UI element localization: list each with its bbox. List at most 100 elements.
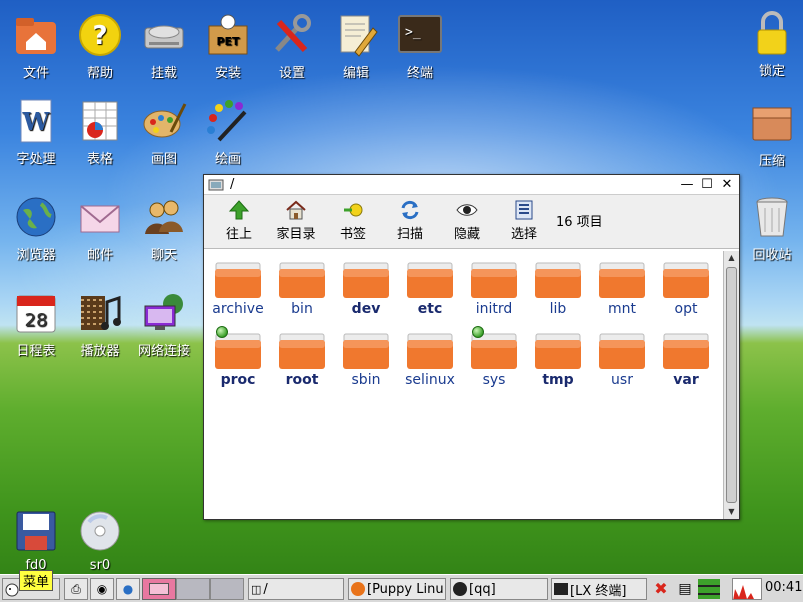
up-button[interactable]: 往上 — [214, 199, 264, 242]
desktop-icon-network[interactable]: 网络连接 — [132, 290, 196, 359]
desktop-icon-trash[interactable]: 回收站 — [740, 194, 803, 263]
document-edit-icon — [340, 15, 378, 57]
desktop-icon-mount[interactable]: 挂载 — [132, 12, 196, 81]
menu-button[interactable]: 菜单 — [19, 570, 54, 591]
network-connect-icon — [144, 294, 183, 330]
desktop-icon-compress[interactable]: 压缩 — [740, 100, 803, 169]
folder-icon — [599, 333, 645, 369]
folder-icon — [343, 262, 389, 298]
desktop-icon-paint[interactable]: 画图 — [132, 98, 196, 167]
mounted-indicator-icon — [472, 326, 484, 338]
scroll-up-arrow[interactable]: ▲ — [724, 251, 739, 265]
folder-item-archive[interactable]: archive — [206, 261, 270, 317]
folder-item-var[interactable]: var — [654, 332, 718, 388]
battery-stack-icon[interactable] — [698, 579, 720, 599]
folder-item-root[interactable]: root — [270, 332, 334, 388]
desktop-icon-settings[interactable]: 设置 — [260, 12, 324, 81]
home-button[interactable]: 家目录 — [271, 199, 321, 242]
chat-people-icon — [145, 200, 183, 234]
desktop-icon-wordprocessor[interactable]: W 字处理 — [4, 98, 68, 167]
svg-text:>_: >_ — [405, 25, 421, 40]
hard-drive-icon — [144, 25, 184, 49]
folder-item-proc[interactable]: proc — [206, 332, 270, 388]
folder-item-opt[interactable]: opt — [654, 261, 718, 317]
vertical-scrollbar[interactable]: ▲ ▼ — [723, 251, 739, 519]
menu-area[interactable]: 菜单 — [2, 570, 60, 600]
window-titlebar[interactable]: / — ☐ ✕ — [204, 175, 739, 195]
scrollbar-thumb[interactable] — [726, 267, 737, 503]
scroll-down-arrow[interactable]: ▼ — [724, 505, 739, 519]
folder-icon — [663, 333, 709, 369]
desktop-icon-mail[interactable]: 邮件 — [68, 194, 132, 263]
workspace-2[interactable] — [176, 578, 210, 600]
spreadsheet-icon — [82, 101, 118, 141]
folder-item-selinux[interactable]: selinux — [398, 332, 462, 388]
clipboard-icon[interactable]: ▤ — [674, 579, 696, 599]
folder-icon — [279, 262, 325, 298]
folder-window-icon — [208, 179, 224, 190]
item-count: 16 项目 — [556, 215, 603, 230]
globe-icon — [16, 197, 56, 237]
desktop-icon-files[interactable]: 文件 — [4, 12, 68, 81]
task-qq[interactable]: [qq] — [450, 578, 548, 600]
home-folder-icon — [16, 18, 56, 54]
folder-item-lib[interactable]: lib — [526, 261, 590, 317]
close-button[interactable]: ✕ — [719, 177, 735, 193]
select-button[interactable]: 选择 — [499, 199, 549, 242]
window-toolbar: 往上 家目录 书签 扫描 隐藏 选择 16 项目 — [204, 195, 739, 249]
file-list: archive bin dev etc initrd lib mnt opt proc root s… — [204, 251, 723, 519]
desktop-icon-floppy[interactable]: fd0 — [4, 508, 68, 573]
folder-item-dev[interactable]: dev — [334, 261, 398, 317]
desktop-icon-lock[interactable]: 锁定 — [740, 10, 803, 79]
desktop-icon-player[interactable]: 播放器 — [68, 290, 132, 359]
bookmarks-button[interactable]: 书签 — [328, 199, 378, 242]
folder-icon — [407, 333, 453, 369]
minimize-button[interactable]: — — [679, 177, 695, 193]
cd-disc-icon — [80, 511, 120, 551]
task-file-manager[interactable]: ◫ / — [248, 578, 344, 600]
desktop-icon-edit[interactable]: 编辑 — [324, 12, 388, 81]
folder-item-usr[interactable]: usr — [590, 332, 654, 388]
desktop-icon-draw[interactable]: 绘画 — [196, 98, 260, 167]
desktop-icon-terminal[interactable]: >_ 终端 — [388, 12, 452, 81]
archive-box-icon — [752, 107, 792, 141]
folder-item-mnt[interactable]: mnt — [590, 261, 654, 317]
folder-item-sbin[interactable]: sbin — [334, 332, 398, 388]
media-player-icon — [81, 295, 121, 330]
terminal-icon: >_ — [398, 15, 442, 53]
calendar-icon: 28 — [16, 295, 56, 333]
file-manager-window[interactable]: / — ☐ ✕ 往上 家目录 书签 扫描 隐藏 选择 16 项目 archive… — [203, 174, 740, 520]
folder-item-initrd[interactable]: initrd — [462, 261, 526, 317]
trash-can-icon — [756, 197, 788, 237]
drawing-brush-icon — [207, 100, 247, 142]
globe-quicklaunch-icon[interactable]: ● — [116, 578, 140, 600]
desktop-icon-calendar[interactable]: 28 日程表 — [4, 290, 68, 359]
desktop-icon-browser[interactable]: 浏览器 — [4, 194, 68, 263]
desktop-icon-help[interactable]: ? 帮助 — [68, 12, 132, 81]
hide-button[interactable]: 隐藏 — [442, 199, 492, 242]
task-browser[interactable]: [Puppy Linu — [348, 578, 446, 600]
task-terminal[interactable]: [LX 终端] — [551, 578, 647, 600]
scan-button[interactable]: 扫描 — [385, 199, 435, 242]
workspace-1[interactable] — [142, 578, 176, 600]
firefox-icon — [351, 582, 365, 596]
window-title: / — [230, 177, 235, 192]
desktop-icon-spreadsheet[interactable]: 表格 — [68, 98, 132, 167]
clock[interactable]: 00:41 — [765, 580, 802, 595]
folder-item-tmp[interactable]: tmp — [526, 332, 590, 388]
desktop-icon-cdrom[interactable]: sr0 — [68, 508, 132, 573]
printer-quicklaunch-icon[interactable]: ⎙ — [64, 578, 88, 600]
desktop-icon-install[interactable]: PET 安装 — [196, 12, 260, 81]
quicklaunch-bar: ⎙ ◉ ● — [64, 578, 140, 600]
folder-item-etc[interactable]: etc — [398, 261, 462, 317]
workspace-switcher[interactable] — [142, 578, 244, 600]
network-status-icon[interactable]: ✖ — [650, 579, 672, 599]
camera-quicklaunch-icon[interactable]: ◉ — [90, 578, 114, 600]
workspace-3[interactable] — [210, 578, 244, 600]
maximize-button[interactable]: ☐ — [699, 177, 715, 193]
desktop-icon-chat[interactable]: 聊天 — [132, 194, 196, 263]
arrow-up-icon — [228, 200, 250, 220]
folder-icon — [535, 262, 581, 298]
folder-item-bin[interactable]: bin — [270, 261, 334, 317]
folder-item-sys[interactable]: sys — [462, 332, 526, 388]
